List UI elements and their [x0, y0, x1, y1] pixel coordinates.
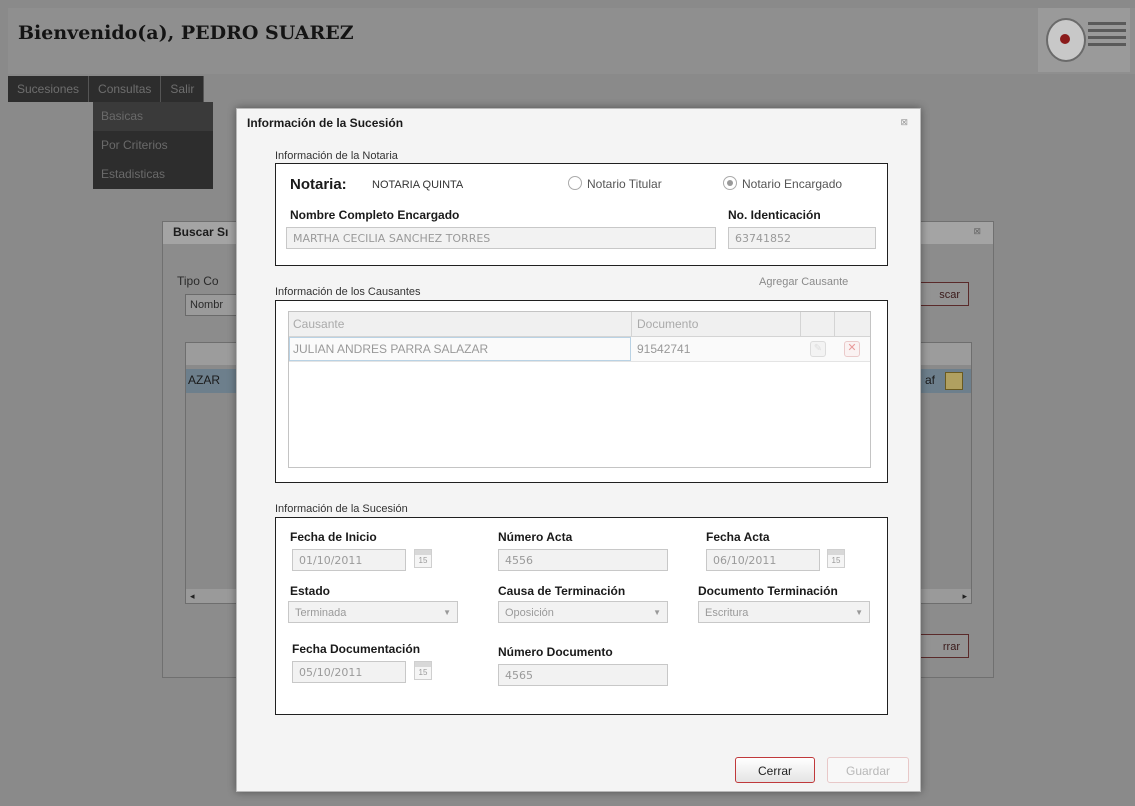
numero-documento-label: Número Documento — [498, 645, 613, 659]
causa-terminacion-label: Causa de Terminación — [498, 584, 626, 598]
causantes-grid: Causante Documento JULIAN ANDRES PARRA S… — [288, 311, 871, 468]
submenu-basicas[interactable]: Basicas — [93, 102, 213, 131]
delete-icon[interactable]: ✕ — [844, 341, 860, 357]
row-causante: AZAR — [188, 373, 221, 387]
estado-select[interactable]: Terminada ▼ — [288, 601, 458, 623]
edit-icon[interactable]: ✎ — [810, 341, 826, 357]
causantes-box: Causante Documento JULIAN ANDRES PARRA S… — [275, 300, 888, 483]
menu-consultas[interactable]: Consultas — [89, 76, 162, 102]
causa-terminacion-select[interactable]: Oposición ▼ — [498, 601, 668, 623]
fecha-documentacion-field[interactable]: 05/10/2011 — [292, 661, 406, 683]
documento-terminacion-label: Documento Terminación — [698, 584, 838, 598]
col-causante: Causante — [293, 317, 345, 331]
tipo-consulta-label: Tipo Co — [177, 274, 219, 288]
submenu-por-criterios[interactable]: Por Criterios — [93, 131, 213, 160]
fecha-documentacion-label: Fecha Documentación — [292, 642, 421, 656]
modal-title: Información de la Sucesión — [247, 116, 404, 130]
submenu-estadisticas[interactable]: Estadisticas — [93, 160, 213, 189]
identificacion-label: No. Identicación — [728, 208, 821, 222]
col-documento: Documento — [637, 317, 699, 331]
chevron-down-icon: ▼ — [855, 608, 863, 617]
notaria-value: NOTARIA QUINTA — [372, 179, 464, 191]
guardar-button[interactable]: Guardar — [827, 757, 909, 783]
calendar-icon[interactable]: 15 — [827, 549, 845, 568]
view-icon[interactable] — [945, 372, 963, 390]
identificacion-field[interactable]: 63741852 — [728, 227, 876, 249]
search-dialog-close-icon[interactable]: ⊠ — [973, 226, 981, 237]
table-row[interactable]: JULIAN ANDRES PARRA SALAZAR 91542741 ✎ ✕ — [289, 337, 870, 362]
chevron-down-icon: ▼ — [443, 608, 451, 617]
app-background: Bienvenido(a), PEDRO SUAREZ Sucesiones C… — [0, 0, 1135, 806]
close-icon[interactable]: ⊠ — [900, 117, 908, 128]
causantes-grid-header: Causante Documento — [289, 312, 870, 337]
notaria-section-title: Información de la Notaria — [275, 150, 398, 162]
fecha-acta-field[interactable]: 06/10/2011 — [706, 549, 820, 571]
documento-terminacion-select[interactable]: Escritura ▼ — [698, 601, 870, 623]
causante-documento: 91542741 — [637, 342, 691, 356]
notaria-box: Notaria: NOTARIA QUINTA Notario Titular … — [275, 163, 888, 266]
numero-acta-label: Número Acta — [498, 530, 573, 544]
nombre-encargado-field[interactable]: MARTHA CECILIA SANCHEZ TORRES — [286, 227, 716, 249]
menu-sucesiones[interactable]: Sucesiones — [8, 76, 90, 102]
main-menu: Sucesiones Consultas Salir — [8, 76, 205, 102]
sucesion-modal: Información de la Sucesión ⊠ Información… — [236, 108, 921, 792]
fecha-inicio-field[interactable]: 01/10/2011 — [292, 549, 406, 571]
sucesion-section-title: Información de la Sucesión — [275, 503, 408, 515]
top-header: Bienvenido(a), PEDRO SUAREZ — [8, 8, 1135, 74]
consultas-submenu: Basicas Por Criterios Estadisticas — [93, 102, 213, 189]
numero-acta-field[interactable]: 4556 — [498, 549, 668, 571]
chevron-down-icon: ▼ — [653, 608, 661, 617]
menu-salir[interactable]: Salir — [161, 76, 205, 102]
calendar-icon[interactable]: 15 — [414, 549, 432, 568]
cerrar-button[interactable]: Cerrar — [735, 757, 815, 783]
fecha-inicio-label: Fecha de Inicio — [290, 530, 377, 544]
search-dialog-title: Buscar Sı — [173, 225, 229, 239]
seal-icon — [1046, 18, 1086, 62]
welcome-message: Bienvenido(a), PEDRO SUAREZ — [18, 22, 354, 44]
numero-documento-field[interactable]: 4565 — [498, 664, 668, 686]
radio-notario-encargado[interactable]: Notario Encargado — [723, 176, 842, 191]
fecha-acta-label: Fecha Acta — [706, 530, 770, 544]
scroll-left-icon[interactable]: ◂ — [190, 591, 195, 602]
radio-titular-icon[interactable] — [568, 176, 582, 190]
nombre-encargado-label: Nombre Completo Encargado — [290, 208, 460, 222]
institution-logo — [1038, 8, 1130, 72]
causante-name: JULIAN ANDRES PARRA SALAZAR — [293, 342, 489, 356]
radio-encargado-icon[interactable] — [723, 176, 737, 190]
agregar-causante-link[interactable]: Agregar Causante — [759, 276, 848, 288]
radio-notario-titular[interactable]: Notario Titular — [568, 176, 662, 191]
estado-label: Estado — [290, 584, 331, 598]
calendar-icon[interactable]: 15 — [414, 661, 432, 680]
sucesion-box: Fecha de Inicio 01/10/2011 15 Número Act… — [275, 517, 888, 715]
notaria-label: Notaria: — [290, 176, 347, 193]
causantes-section-title: Información de los Causantes — [275, 286, 421, 298]
row-tail: af — [924, 373, 935, 387]
scroll-right-icon[interactable]: ▸ — [962, 591, 967, 602]
